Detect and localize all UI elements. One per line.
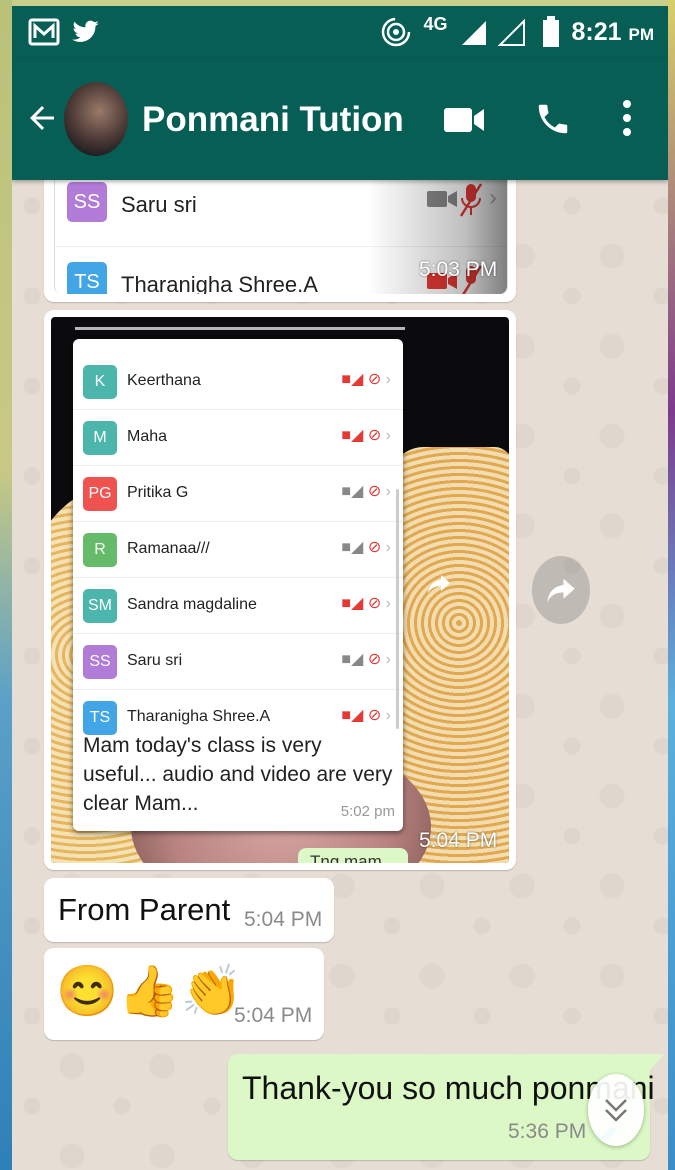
participant-name: Saru sri — [127, 652, 183, 669]
muted-mic-icon: ⊘ — [367, 595, 382, 612]
status-time-value: 8:21 — [571, 17, 622, 46]
chevron-right-icon: › — [385, 539, 391, 556]
status-time: 8:21 PM — [572, 18, 655, 47]
message-time: 5:04 PM — [244, 908, 323, 931]
participant-name: Tharanigha Shree.A — [121, 272, 318, 294]
message-time: 5:36 PM — [508, 1120, 587, 1143]
muted-mic-icon: ⊘ — [367, 707, 382, 724]
forward-icon — [547, 578, 575, 603]
quoted-message-time: 5:02 pm — [340, 803, 395, 820]
image-content-1: SS Saru sri › TS Tharanigha Shree.A — [54, 166, 508, 294]
participant-avatar: TS — [67, 262, 107, 294]
camera-off-icon: ■◢ ⊘ › — [341, 427, 391, 444]
chevron-right-icon: › — [385, 483, 391, 500]
outgoing-message[interactable]: Thank-you so much ponmani 5:36 PM — [228, 1054, 655, 1160]
camera-off-icon: ■◢ ⊘ › — [341, 371, 391, 388]
chat-title[interactable]: Ponmani Tution — [142, 100, 404, 140]
muted-mic-icon: ⊘ — [367, 483, 382, 500]
participant-row: K Keerthana ■◢ ⊘ › — [73, 353, 403, 410]
participants-card: K Keerthana ■◢ ⊘ › M Maha ■◢ ⊘ › PG Prit… — [73, 339, 403, 831]
double-chevron-down-icon — [605, 1099, 627, 1122]
image-message-2[interactable]: K Keerthana ■◢ ⊘ › M Maha ■◢ ⊘ › PG Prit… — [44, 310, 516, 870]
camera-icon: ■◢ ⊘ › — [341, 651, 391, 668]
gmail-icon — [28, 18, 60, 46]
phone-icon[interactable] — [534, 100, 572, 138]
camera-icon: ■◢ ⊘ › — [341, 539, 391, 556]
bubble-tail — [650, 1054, 664, 1070]
participant-name: Ramanaa/// — [127, 540, 210, 557]
more-vert-icon[interactable] — [620, 98, 634, 138]
participant-row: M Maha ■◢ ⊘ › — [73, 409, 403, 466]
signal-icon — [461, 18, 525, 46]
frame-right — [667, 0, 675, 1170]
participant-avatar: K — [83, 365, 117, 399]
participant-name: Sandra magdaline — [127, 596, 257, 613]
video-call-icon[interactable] — [444, 106, 486, 134]
participant-row: SM Sandra magdaline ■◢ ⊘ › — [73, 577, 403, 634]
image-message-1[interactable]: SS Saru sri › TS Tharanigha Shree.A — [44, 166, 516, 302]
hotspot-icon — [382, 17, 411, 47]
participant-row: TS Tharanigha Shree.A ■◢ ⊘ › — [73, 689, 403, 735]
camera-icon: ■◢ ⊘ › — [341, 483, 391, 500]
scroll-indicator — [396, 489, 399, 729]
participant-avatar: R — [83, 533, 117, 567]
participant-row: SS Saru sri ■◢ ⊘ › — [73, 633, 403, 690]
participant-name: Saru sri — [121, 192, 197, 217]
emoji-text: 😊👍👏 — [56, 963, 243, 1019]
phone-screen: 4G 8:21 PM Ponmani Tution SS Saru sri TS… — [12, 6, 668, 1170]
participant-name: Keerthana — [127, 372, 201, 389]
scroll-to-bottom-button[interactable] — [588, 1074, 644, 1146]
message-time: 5:04 PM — [234, 1004, 313, 1027]
participant-row: R Ramanaa/// ■◢ ⊘ › — [73, 521, 403, 578]
participant-name: Tharanigha Shree.A — [127, 708, 271, 725]
participant-name: Maha — [127, 428, 168, 445]
participant-row: PG Pritika G ■◢ ⊘ › — [73, 465, 403, 522]
message-time: 5:03 PM — [419, 258, 498, 281]
incoming-message[interactable]: 😊👍👏 5:04 PM — [44, 948, 324, 1040]
chevron-right-icon: › — [385, 371, 391, 388]
muted-mic-icon: ⊘ — [367, 651, 382, 668]
muted-mic-icon: ⊘ — [367, 371, 382, 388]
camera-off-icon: ■◢ ⊘ › — [341, 595, 391, 612]
participant-avatar: SS — [67, 182, 107, 222]
chevron-right-icon: › — [385, 651, 391, 668]
back-arrow-icon[interactable] — [24, 100, 60, 136]
muted-mic-icon: ⊘ — [367, 427, 382, 444]
image-content-2: K Keerthana ■◢ ⊘ › M Maha ■◢ ⊘ › PG Prit… — [51, 317, 509, 863]
participant-name: Pritika G — [127, 484, 189, 501]
status-ampm: PM — [628, 24, 655, 44]
twitter-icon — [72, 20, 99, 42]
camera-off-icon: ■◢ ⊘ › — [341, 707, 391, 724]
reply-peek: Tng mam — [298, 848, 408, 863]
participant-avatar: PG — [83, 477, 117, 511]
share-icon — [428, 575, 450, 594]
battery-icon — [542, 16, 559, 47]
frame-left — [0, 0, 12, 1170]
muted-mic-icon: ⊘ — [367, 539, 382, 556]
forward-button[interactable] — [532, 556, 590, 624]
network-type: 4G — [423, 13, 448, 34]
incoming-message[interactable]: From Parent 5:04 PM — [44, 878, 334, 942]
message-time: 5:04 PM — [419, 829, 498, 852]
chevron-right-icon: › — [385, 707, 391, 724]
participant-avatar: SM — [83, 589, 117, 623]
message-text: From Parent — [58, 892, 231, 927]
chat-header: Ponmani Tution — [12, 58, 668, 180]
photo-edge — [75, 317, 405, 330]
chevron-right-icon: › — [385, 595, 391, 612]
status-bar: 4G 8:21 PM — [12, 6, 668, 58]
participant-avatar: SS — [83, 645, 117, 679]
chevron-right-icon: › — [385, 427, 391, 444]
participant-avatar: M — [83, 421, 117, 455]
group-avatar[interactable] — [64, 82, 128, 156]
participant-avatar: TS — [83, 701, 117, 735]
